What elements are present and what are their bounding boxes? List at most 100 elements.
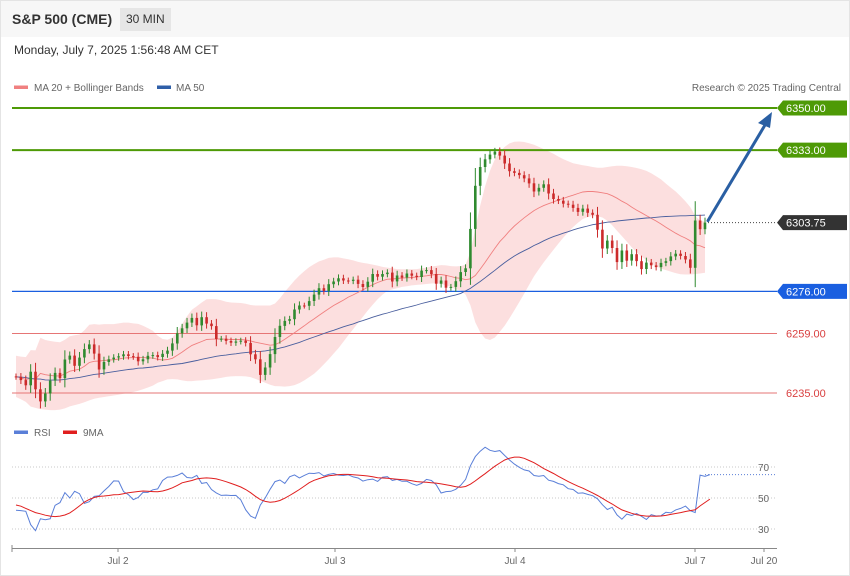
legend-label-9ma: 9MA bbox=[83, 428, 104, 439]
candle-body bbox=[591, 212, 594, 215]
candle-body bbox=[625, 250, 629, 261]
candle-body bbox=[395, 275, 399, 282]
candle-body bbox=[102, 362, 106, 370]
candle-body bbox=[351, 279, 355, 281]
candle-body bbox=[674, 253, 677, 257]
rsi-tick-50: 50 bbox=[758, 494, 770, 505]
candle-body bbox=[483, 159, 487, 167]
forecast-arrow-head bbox=[758, 112, 772, 128]
candle-body bbox=[454, 281, 458, 287]
candle-body bbox=[347, 280, 350, 282]
legend-label-ma50: MA 50 bbox=[176, 83, 205, 94]
candle-body bbox=[92, 344, 96, 354]
legend-swatch-9ma bbox=[63, 430, 77, 434]
candle-body bbox=[371, 274, 374, 282]
candle-body bbox=[386, 272, 389, 275]
candle-body bbox=[166, 350, 169, 354]
current-price-tag: 6303.75 bbox=[777, 215, 847, 231]
candle-body bbox=[532, 183, 536, 192]
candle-body bbox=[654, 265, 658, 268]
candle-body bbox=[185, 322, 189, 329]
candle-body bbox=[63, 359, 67, 379]
level-tag-6276.00-text: 6276.00 bbox=[786, 286, 826, 298]
candle-body bbox=[259, 359, 262, 375]
candle-body bbox=[640, 261, 643, 270]
legend-label-rsi: RSI bbox=[34, 428, 51, 439]
candle-body bbox=[469, 228, 472, 269]
x-tick-label-1: Jul 3 bbox=[324, 556, 346, 567]
candle-body bbox=[127, 354, 130, 356]
candle-body bbox=[317, 288, 321, 295]
candle-body bbox=[586, 208, 589, 213]
candle-body bbox=[337, 278, 340, 282]
candle-body bbox=[219, 338, 223, 340]
level-tag-6333.00-text: 6333.00 bbox=[786, 145, 826, 157]
candle-body bbox=[190, 317, 194, 323]
candle-body bbox=[488, 154, 492, 160]
candle-body bbox=[288, 319, 291, 321]
candle-body bbox=[215, 326, 218, 339]
candle-body bbox=[146, 355, 150, 360]
candle-body bbox=[552, 193, 555, 199]
rsi-tick-70: 70 bbox=[758, 463, 770, 474]
candle-body bbox=[161, 353, 164, 357]
candle-body bbox=[391, 272, 394, 282]
current-price-tag-text: 6303.75 bbox=[786, 218, 826, 230]
candle-body bbox=[400, 275, 404, 278]
candle-body bbox=[97, 353, 101, 370]
rsi-plot: 70 50 30 bbox=[12, 446, 777, 536]
candle-body bbox=[151, 355, 155, 357]
candle-body bbox=[430, 270, 433, 275]
candle-body bbox=[630, 254, 633, 261]
candle-body bbox=[610, 240, 614, 248]
candle-body bbox=[581, 208, 585, 212]
candle-body bbox=[698, 220, 702, 230]
candle-body bbox=[73, 355, 76, 366]
candle-body bbox=[244, 340, 247, 343]
candle-body bbox=[83, 349, 86, 358]
rsi-tick-30: 30 bbox=[758, 525, 770, 536]
candle-body bbox=[449, 286, 453, 288]
candle-body bbox=[571, 204, 575, 208]
price-chart: MA 20 + Bollinger Bands MA 50 Research ©… bbox=[11, 83, 847, 567]
candle-body bbox=[278, 325, 282, 337]
x-tick-label-0: Jul 2 bbox=[107, 556, 129, 567]
candle-body bbox=[381, 274, 384, 277]
candle-body bbox=[136, 356, 140, 362]
candle-body bbox=[234, 341, 238, 343]
candle-body bbox=[14, 376, 18, 378]
candle-body bbox=[224, 338, 228, 341]
candle-body bbox=[141, 359, 145, 362]
candle-body bbox=[361, 284, 365, 287]
candle-body bbox=[689, 259, 692, 268]
candle-body bbox=[508, 163, 511, 172]
candle-body bbox=[478, 167, 482, 186]
x-tick-label-2: Jul 4 bbox=[504, 556, 526, 567]
x-tick-label-4: Jul 20 bbox=[751, 556, 778, 567]
candle-body bbox=[107, 359, 111, 362]
candle-body bbox=[19, 376, 23, 381]
candle-body bbox=[518, 172, 521, 176]
candle-body bbox=[88, 344, 91, 350]
candle-body bbox=[669, 256, 673, 262]
candle-body bbox=[493, 151, 497, 155]
level-tag-6350.00: 6350.00 bbox=[777, 100, 847, 116]
candle-body bbox=[293, 309, 296, 320]
candle-body bbox=[195, 317, 199, 326]
candle-body bbox=[283, 320, 287, 326]
candle-body bbox=[444, 280, 448, 288]
candle-body bbox=[263, 367, 267, 375]
bollinger-band bbox=[16, 141, 705, 411]
candle-body bbox=[498, 151, 502, 156]
candle-body bbox=[34, 371, 37, 390]
candle-body bbox=[620, 250, 624, 263]
candle-body bbox=[703, 222, 707, 230]
candle-body bbox=[254, 354, 257, 360]
legend-swatch-rsi bbox=[14, 430, 28, 434]
candle-body bbox=[425, 270, 428, 272]
candle-body bbox=[268, 354, 272, 368]
candle-body bbox=[527, 178, 531, 184]
candle-body bbox=[200, 317, 203, 326]
candle-body bbox=[415, 275, 418, 277]
candle-body bbox=[439, 280, 443, 284]
